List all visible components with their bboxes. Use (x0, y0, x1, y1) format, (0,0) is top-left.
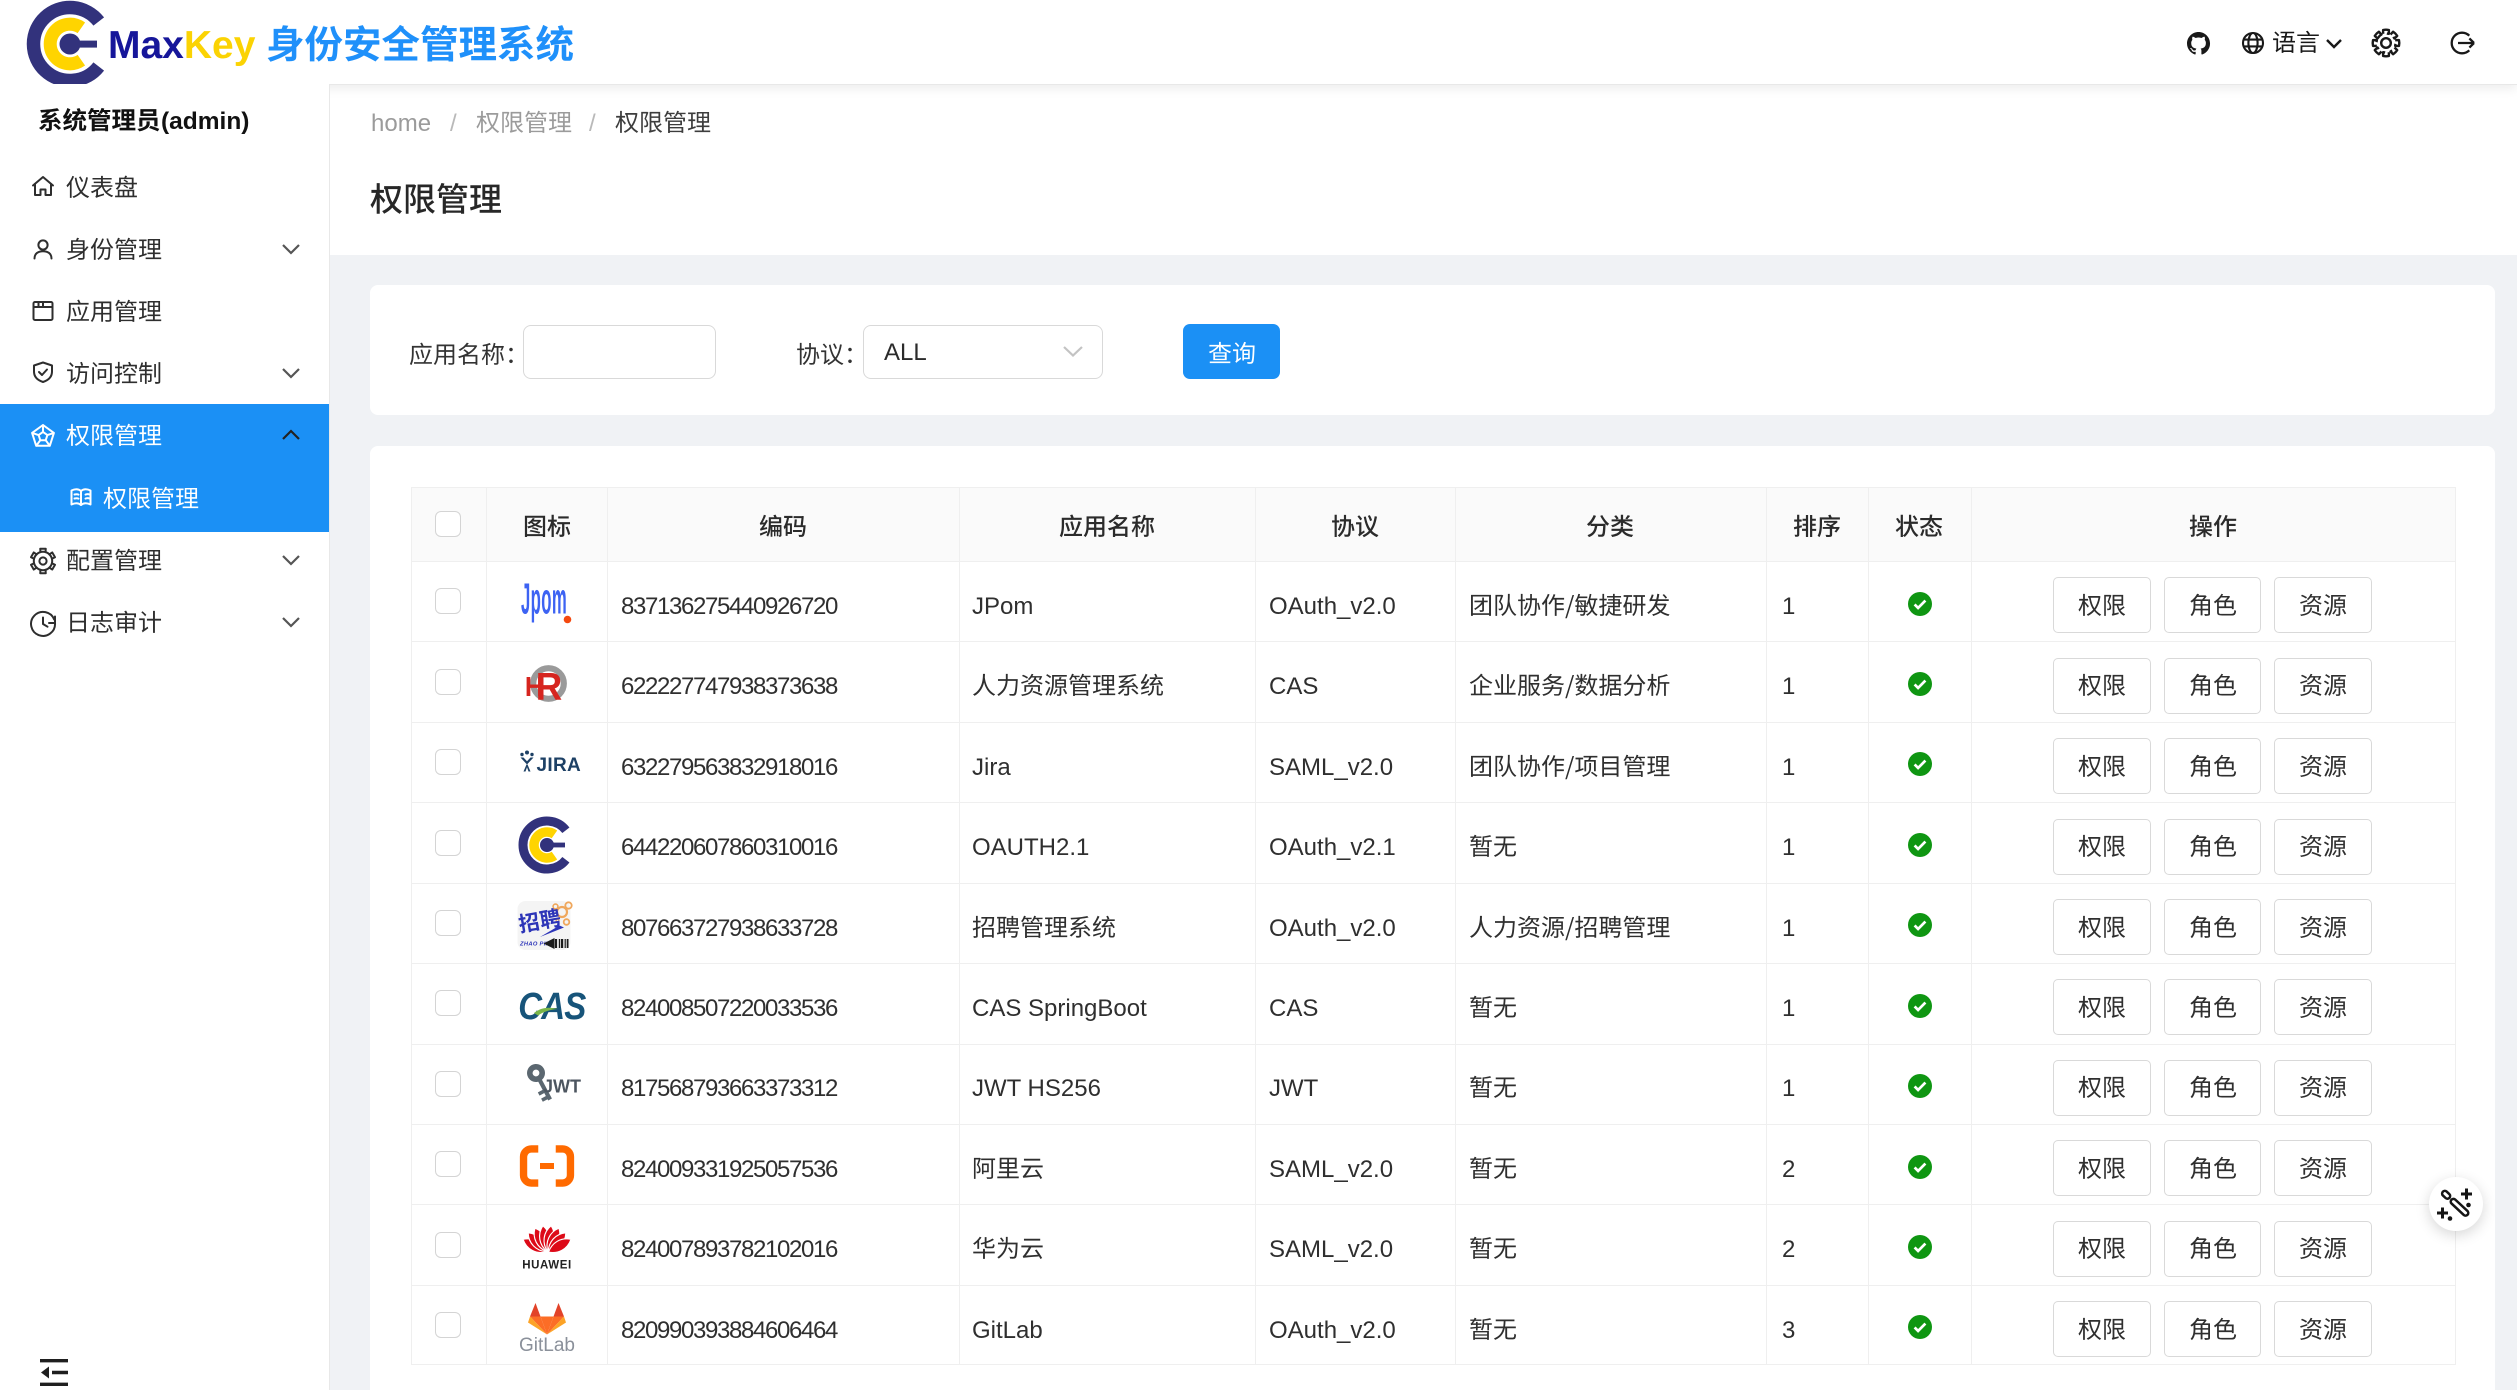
svg-text:OAUTH2.1: OAUTH2.1 (972, 834, 1089, 861)
svg-text:SAML_v2.0: SAML_v2.0 (1269, 754, 1393, 781)
svg-text:JWT HS256: JWT HS256 (972, 1075, 1101, 1102)
svg-text:GitLab: GitLab (519, 1335, 575, 1356)
svg-text:1: 1 (1782, 673, 1795, 700)
svg-text:HUAWEI: HUAWEI (522, 1259, 572, 1271)
svg-text:824007893782102016: 824007893782102016 (621, 1236, 838, 1263)
svg-text:JWT: JWT (543, 1076, 581, 1096)
svg-text:OAuth_v2.0: OAuth_v2.0 (1269, 1317, 1396, 1344)
svg-text:824009331925057536: 824009331925057536 (621, 1156, 838, 1183)
svg-text:CAS: CAS (1269, 673, 1318, 700)
svg-text:/: / (450, 110, 457, 137)
svg-text:2: 2 (1782, 1236, 1795, 1263)
svg-text:1: 1 (1782, 754, 1795, 781)
svg-text:JIRA: JIRA (536, 755, 581, 776)
svg-text:CAS: CAS (518, 985, 586, 1028)
svg-text:824008507220033536: 824008507220033536 (621, 995, 838, 1022)
svg-text:1: 1 (1782, 834, 1795, 861)
svg-text:1: 1 (1782, 915, 1795, 942)
svg-text:820990393884606464: 820990393884606464 (621, 1317, 838, 1344)
svg-text:SAML_v2.0: SAML_v2.0 (1269, 1236, 1393, 1263)
svg-text:ALL: ALL (884, 339, 927, 366)
svg-text:817568793663373312: 817568793663373312 (621, 1075, 838, 1102)
svg-text:807663727938633728: 807663727938633728 (621, 915, 838, 942)
svg-text:CAS: CAS (1269, 995, 1318, 1022)
svg-text:/: / (589, 110, 596, 137)
svg-text:1: 1 (1782, 1075, 1795, 1102)
svg-text:622227747938373638: 622227747938373638 (621, 673, 838, 700)
svg-text:Jpom: Jpom (521, 575, 567, 624)
svg-text:(admin): (admin) (161, 108, 249, 135)
svg-text:home: home (371, 110, 431, 137)
svg-text:644220607860310016: 644220607860310016 (621, 834, 838, 861)
svg-text:2: 2 (1782, 1156, 1795, 1183)
svg-text:JPom: JPom (972, 593, 1033, 620)
svg-text:1: 1 (1782, 593, 1795, 620)
svg-text:GitLab: GitLab (972, 1317, 1043, 1344)
svg-text:837136275440926720: 837136275440926720 (621, 593, 838, 620)
svg-text:OAuth_v2.0: OAuth_v2.0 (1269, 915, 1396, 942)
svg-text:OAuth_v2.1: OAuth_v2.1 (1269, 834, 1396, 861)
svg-text:632279563832918016: 632279563832918016 (621, 754, 838, 781)
svg-text:3: 3 (1782, 1317, 1795, 1344)
svg-text:1: 1 (1782, 995, 1795, 1022)
svg-text:OAuth_v2.0: OAuth_v2.0 (1269, 593, 1396, 620)
svg-text:SAML_v2.0: SAML_v2.0 (1269, 1156, 1393, 1183)
svg-text:CAS SpringBoot: CAS SpringBoot (972, 995, 1147, 1022)
svg-text:R: R (535, 665, 561, 708)
svg-text:MaxKey: MaxKey (108, 24, 256, 67)
svg-text:Jira: Jira (972, 754, 1011, 781)
svg-text:JWT: JWT (1269, 1075, 1319, 1102)
